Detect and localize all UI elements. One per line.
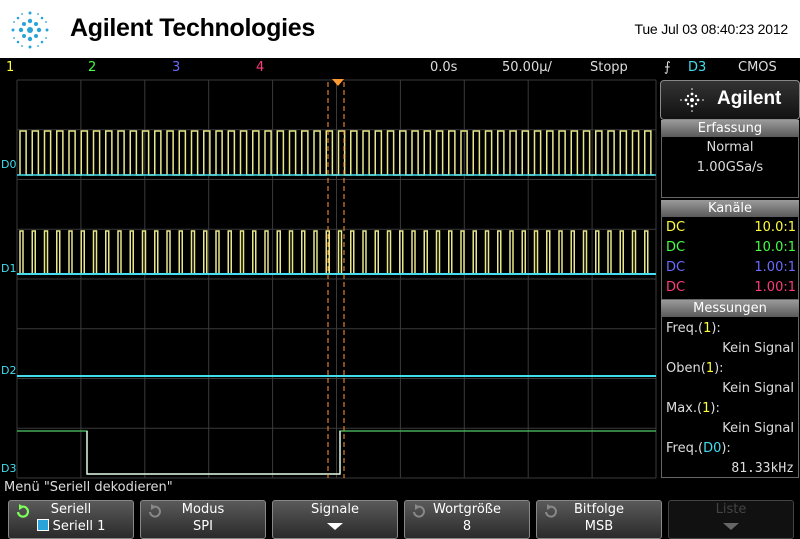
channel-3-indicator[interactable]: 3: [172, 60, 180, 75]
menu-title: Menü "Seriell dekodieren": [4, 480, 173, 495]
side-panel: Agilent Erfassung Normal 1.00GSa/s Kanäl…: [660, 80, 800, 480]
softkey-serial[interactable]: Seriell Seriell 1: [8, 500, 134, 539]
softkey-list[interactable]: Liste: [668, 500, 794, 539]
header-bar: Agilent Technologies Tue Jul 03 08:40:23…: [0, 0, 800, 58]
softkey-word-size-value: 8: [462, 519, 472, 534]
timebase-scale: 50.00µ/: [502, 60, 552, 75]
measurement-2-label: Oben(1):: [666, 361, 724, 376]
acquisition-section: Normal 1.00GSa/s: [661, 137, 799, 198]
softkey-word-size-label: Wortgröße: [433, 502, 501, 517]
measurements-header[interactable]: Messungen: [661, 300, 799, 317]
channel-2-probe: 10.0:1: [754, 240, 796, 255]
channels-section: DC 10.0:1 DC 10.0:1 DC 1.00:1 DC 1.00:1: [661, 217, 799, 300]
measurement-3-value: Kein Signal: [722, 421, 794, 436]
softkey-mode-value: SPI: [193, 519, 213, 534]
acquisition-header[interactable]: Erfassung: [661, 120, 799, 137]
measurement-2-value: Kein Signal: [722, 381, 794, 396]
trigger-edge-icon: ⨍: [664, 60, 671, 75]
submenu-arrow-icon: [327, 523, 343, 530]
softkey-signals[interactable]: Signale: [272, 500, 398, 539]
status-bar: 1 2 3 4 0.0s 50.00µ/ Stopp ⨍ DD33 CMOS: [0, 58, 800, 78]
channel-label-d2: DD22: [1, 364, 17, 377]
channel-4-probe: 1.00:1: [754, 280, 796, 295]
logic-family: CMOS: [738, 60, 777, 75]
serial-enabled-checkbox[interactable]: [36, 519, 49, 531]
brand-title: Agilent Technologies: [70, 14, 315, 42]
channel-2-coupling: DC: [666, 240, 686, 255]
channel-label-d0: DD00: [1, 158, 17, 171]
softkey-bit-order[interactable]: Bitfolge MSB: [536, 500, 662, 539]
channel-3-row: DC 1.00:1: [666, 260, 796, 280]
trigger-source: DD33: [688, 60, 707, 75]
softkey-mode[interactable]: Modus SPI: [140, 500, 266, 539]
measurement-4-label: Freq.(D0):: [666, 441, 731, 456]
timestamp: Tue Jul 03 08:40:23 2012: [634, 21, 789, 37]
softkey-bit-order-value: MSB: [584, 519, 614, 534]
softkey-list-label: Liste: [715, 502, 747, 517]
softkey-mode-label: Modus: [181, 502, 225, 517]
measurement-3-label: Max.(1):: [666, 401, 720, 416]
measurements-section: Freq.(1): Kein Signal Oben(1): Kein Sign…: [661, 317, 799, 478]
channel-3-probe: 1.00:1: [754, 260, 796, 275]
channel-4-row: DC 1.00:1: [666, 280, 796, 300]
brand-box-label: Agilent: [717, 88, 782, 109]
run-state: Stopp: [590, 60, 628, 75]
softkey-bar: Seriell Seriell 1 Modus SPI Signale Wort…: [0, 499, 800, 539]
horizontal-delay: 0.0s: [430, 60, 458, 75]
softkey-word-size[interactable]: Wortgröße 8: [404, 500, 530, 539]
channel-2-indicator[interactable]: 2: [88, 60, 96, 75]
channel-2-row: DC 10.0:1: [666, 240, 796, 260]
submenu-arrow-icon: [723, 523, 739, 530]
acquisition-mode: Normal: [706, 140, 754, 155]
softkey-serial-value: Seriell 1: [9, 519, 133, 534]
softkey-signals-label: Signale: [311, 502, 359, 517]
brand-box: Agilent: [660, 80, 800, 120]
sample-rate: 1.00GSa/s: [696, 160, 764, 175]
measurement-4-value: 81.33kHz: [731, 461, 794, 476]
measurement-1-label: Freq.(1):: [666, 321, 721, 336]
softkey-bit-order-label: Bitfolge: [573, 502, 625, 517]
channel-1-row: DC 10.0:1: [666, 220, 796, 240]
measurement-1-value: Kein Signal: [722, 341, 794, 356]
channel-1-coupling: DC: [666, 220, 686, 235]
agilent-spark-icon: [680, 88, 704, 112]
softkey-serial-label: Seriell: [50, 502, 92, 517]
channel-1-indicator[interactable]: 1: [6, 60, 14, 75]
agilent-spark-logo-icon: [11, 11, 49, 49]
channel-4-coupling: DC: [666, 280, 686, 295]
channel-3-coupling: DC: [666, 260, 686, 275]
channel-label-d1: DD11: [1, 262, 17, 275]
waveform-display[interactable]: [0, 78, 660, 480]
channel-4-indicator[interactable]: 4: [256, 60, 264, 75]
channel-label-d3: DD33: [1, 462, 17, 475]
channel-1-probe: 10.0:1: [754, 220, 796, 235]
channels-header[interactable]: Kanäle: [661, 200, 799, 217]
